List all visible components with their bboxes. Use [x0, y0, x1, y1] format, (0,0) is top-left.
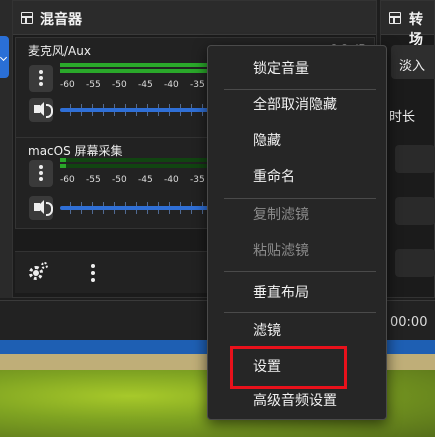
- menu-separator: [224, 312, 376, 313]
- tick-label: -55: [86, 175, 101, 185]
- collapse-button[interactable]: [0, 36, 9, 78]
- tick-label: -60: [60, 175, 75, 185]
- menu-item-filters[interactable]: 滤镜: [208, 316, 386, 346]
- menu-separator: [224, 271, 376, 272]
- dock-window-icon: [21, 12, 33, 24]
- volume-meter: [60, 63, 220, 74]
- mixer-header: 混音器: [13, 1, 376, 35]
- gear-small-icon: [41, 262, 48, 269]
- menu-item-lock-volume[interactable]: 锁定音量: [208, 54, 386, 84]
- volume-slider[interactable]: [60, 206, 220, 210]
- volume-meter: [60, 158, 220, 169]
- gear-icon: [29, 266, 43, 280]
- context-menu: 锁定音量 全部取消隐藏 隐藏 重命名 复制滤镜 粘贴滤镜 垂直布局 滤镜 设置 …: [207, 45, 387, 420]
- speaker-icon: [34, 102, 53, 118]
- tick-label: -45: [138, 175, 153, 185]
- tick-label: -60: [60, 80, 75, 90]
- meter-ticks: -60 -55 -50 -45 -40 -35: [60, 170, 220, 186]
- time-readout: 00:00: [390, 315, 428, 330]
- menu-item-vertical-layout[interactable]: 垂直布局: [208, 278, 386, 308]
- tick-label: -50: [112, 175, 127, 185]
- tick-label: -40: [164, 80, 179, 90]
- tick-label: -35: [190, 80, 205, 90]
- channel-name: macOS 屏幕采集: [28, 144, 123, 158]
- mute-button[interactable]: [29, 196, 53, 220]
- channel-name: 麦克风/Aux: [28, 44, 91, 58]
- menu-item-rename[interactable]: 重命名: [208, 162, 386, 192]
- mute-button[interactable]: [29, 98, 53, 122]
- tick-label: -35: [190, 175, 205, 185]
- channel-menu-button[interactable]: [29, 160, 53, 187]
- transition-button[interactable]: [395, 249, 435, 277]
- menu-item-unhide-all[interactable]: 全部取消隐藏: [208, 90, 386, 120]
- tick-label: -40: [164, 175, 179, 185]
- vertical-dots-icon: [39, 70, 43, 74]
- meter-ticks: -60 -55 -50 -45 -40 -35: [60, 75, 220, 91]
- channel-menu-button[interactable]: [29, 65, 53, 92]
- transitions-header: 转场: [381, 1, 434, 48]
- menu-item-advanced-audio[interactable]: 高级音频设置: [208, 386, 386, 416]
- duration-label: 时长: [389, 110, 416, 125]
- speaker-icon: [34, 200, 53, 216]
- transition-select[interactable]: 淡入: [391, 45, 435, 79]
- menu-item-copy-filters: 复制滤镜: [253, 207, 309, 223]
- menu-separator: [224, 198, 376, 199]
- volume-slider[interactable]: [60, 108, 220, 112]
- transitions-dock: 转场 淡入 时长: [380, 0, 435, 298]
- tick-label: -45: [138, 80, 153, 90]
- dock-window-icon: [389, 12, 401, 24]
- menu-item-paste-filters: 粘贴滤镜: [253, 243, 309, 259]
- transition-button[interactable]: [395, 145, 435, 173]
- transition-button[interactable]: [395, 197, 435, 225]
- menu-item-hide[interactable]: 隐藏: [208, 126, 386, 156]
- highlight-box: [230, 346, 347, 389]
- vertical-dots-icon[interactable]: [91, 264, 95, 268]
- tick-label: -55: [86, 80, 101, 90]
- left-dock-strip: [0, 0, 12, 298]
- transitions-title: 转场: [409, 12, 423, 48]
- mixer-title: 混音器: [40, 12, 82, 28]
- tick-label: -50: [112, 80, 127, 90]
- vertical-dots-icon: [39, 165, 43, 169]
